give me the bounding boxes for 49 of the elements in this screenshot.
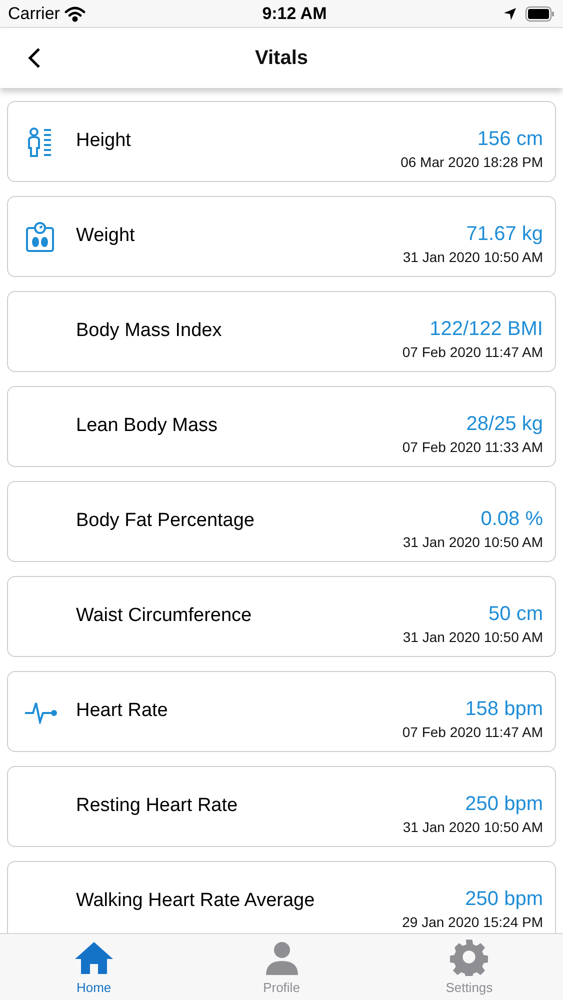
vital-date: 31 Jan 2020 10:50 AM — [402, 533, 543, 552]
vital-date: 31 Jan 2020 10:50 AM — [402, 628, 543, 647]
vital-name: Height — [76, 129, 131, 154]
vital-card[interactable]: Lean Body Mass 28/25 kg 07 Feb 2020 11:33 AM — [7, 386, 556, 467]
vital-date: 06 Mar 2020 18:28 PM — [400, 153, 543, 172]
tab-bar-item[interactable]: Home — [0, 934, 188, 1000]
vital-card[interactable]: Walking Heart Rate Average 250 bpm 29 Jan 2020 15:24 PM — [7, 861, 556, 933]
vital-name: Body Mass Index — [76, 319, 222, 344]
vital-value: 0.08 % — [480, 507, 543, 532]
vital-date: 31 Jan 2020 10:50 AM — [402, 248, 543, 267]
vital-name: Lean Body Mass — [76, 414, 218, 438]
vital-date: 07 Feb 2020 11:47 AM — [402, 723, 543, 742]
vital-value: 50 cm — [488, 602, 543, 627]
vital-value: 28/25 kg — [466, 412, 543, 437]
vital-card[interactable]: Body Mass Index 122/122 BMI 07 Feb 2020 11:47 AM — [7, 291, 556, 372]
chevron-left-icon — [27, 47, 41, 69]
vital-value: 156 cm — [477, 127, 543, 152]
vital-name: Heart Rate — [76, 699, 168, 724]
vital-value: 158 bpm — [465, 697, 543, 722]
battery-icon — [524, 6, 555, 22]
vital-name: Walking Heart Rate Average — [76, 889, 315, 914]
vital-value: 71.67 kg — [466, 222, 543, 247]
vital-name: Body Fat Percentage — [76, 509, 254, 534]
vital-card[interactable]: Weight 71.67 kg 31 Jan 2020 10:50 AM — [7, 196, 556, 277]
vital-card[interactable]: Heart Rate 158 bpm 07 Feb 2020 11:47 AM — [7, 671, 556, 752]
page-title: Vitals — [255, 46, 308, 71]
person-icon — [264, 940, 300, 976]
scale-icon — [24, 220, 56, 252]
vital-card[interactable]: Height 156 cm 06 Mar 2020 18:28 PM — [7, 101, 556, 182]
vital-card[interactable]: Waist Circumference 50 cm 31 Jan 2020 10:50 AM — [7, 576, 556, 657]
vital-name: Weight — [76, 224, 135, 248]
heartbeat-icon — [24, 700, 58, 724]
vital-date: 07 Feb 2020 11:33 AM — [402, 438, 543, 457]
home-icon — [74, 940, 114, 976]
vital-name: Waist Circumference — [76, 604, 252, 628]
vital-value: 250 bpm — [465, 887, 543, 912]
wifi-icon — [64, 6, 86, 22]
carrier-label: Carrier — [8, 2, 60, 25]
location-arrow-icon — [502, 6, 517, 20]
vital-value: 122/122 BMI — [430, 317, 543, 342]
vital-card[interactable]: Body Fat Percentage 0.08 % 31 Jan 2020 10:50 AM — [7, 481, 556, 562]
vital-card[interactable]: Resting Heart Rate 250 bpm 31 Jan 2020 10:50 AM — [7, 766, 556, 847]
clock-time: 9:12 AM — [262, 2, 327, 25]
settings-icon — [450, 938, 488, 976]
vital-date: 31 Jan 2020 10:50 AM — [402, 818, 543, 837]
vital-name: Resting Heart Rate — [76, 794, 238, 818]
vital-date: 07 Feb 2020 11:47 AM — [402, 343, 543, 362]
vital-date: 29 Jan 2020 15:24 PM — [402, 913, 543, 932]
vital-value: 250 bpm — [465, 792, 543, 817]
